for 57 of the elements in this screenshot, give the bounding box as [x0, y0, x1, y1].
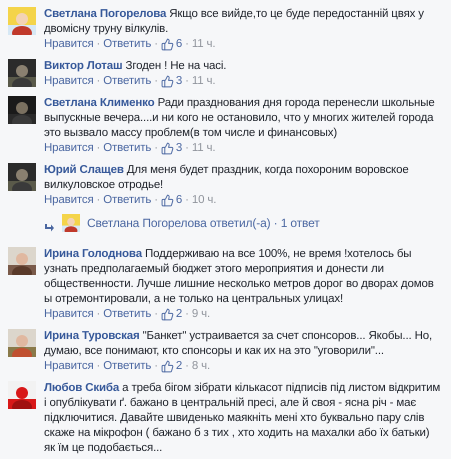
comment-text: Виктор Лоташ Згоден ! Не на часі.	[44, 59, 226, 74]
thumbs-up-icon	[160, 360, 174, 373]
like-count[interactable]: 3	[174, 141, 182, 156]
like-link[interactable]: Нравится	[44, 307, 94, 322]
separator: ·	[153, 141, 159, 156]
reply-link[interactable]: Ответить	[103, 141, 152, 156]
separator: ·	[96, 37, 102, 52]
thumbs-up-icon	[160, 194, 174, 207]
separator: ·	[153, 307, 159, 322]
like-count[interactable]: 3	[174, 74, 182, 89]
separator: ·	[153, 193, 159, 208]
reply-link[interactable]: Ответить	[103, 37, 152, 52]
reply-link[interactable]: Ответить	[103, 307, 152, 322]
like-link[interactable]: Нравится	[44, 359, 94, 374]
comment-text: Ирина Туровская "Банкет" устраивается за счет спонсоров... Якобы... Но, думаю, все понимают, кто спонсоры и как их на это "уговорили"...	[44, 329, 434, 359]
separator: ·	[96, 74, 102, 89]
comment-text: Любов Скиба а треба бігом зібрати кількасот підписів під листом відкритим і опублікувати ґ. бажано в центральній пресі, але й своя - ясна річ - має підключитися. Давайте швиденько маякніть мені хто буквально пару слів скаже на мікрофон ( бажано б з тих , хто ходить на махалки або їх батьки) як їм це подобається...	[44, 381, 442, 456]
thumbs-up-icon	[160, 142, 174, 155]
separator: ·	[184, 141, 190, 156]
timestamp: 11 ч.	[192, 74, 216, 89]
like-link[interactable]: Нравится	[44, 37, 94, 52]
separator: ·	[153, 359, 159, 374]
timestamp: 11 ч.	[192, 37, 216, 52]
comment-text: Светлана Погорелова Якщо все вийде,то це буде передостанній цвях у двомісну труну вілкулів.	[44, 7, 425, 37]
like-count[interactable]: 2	[174, 359, 182, 374]
like-count[interactable]: 6	[174, 193, 182, 208]
separator: ·	[96, 359, 102, 374]
thumbs-up-icon	[160, 75, 174, 88]
comment-text: Ирина Голоднова Поддерживаю на все 100%, не время !хотелось бы узнать предполагаемый бюджет этого мероприятия и донести ли общественности. Лучше лишние несколько метров дорог во дворах домов ы отремонтировали, а не только на центральных улицах!	[44, 247, 435, 307]
separator: ·	[184, 193, 190, 208]
timestamp: 10 ч.	[192, 193, 216, 208]
reply-link[interactable]: Ответить	[103, 74, 152, 89]
timestamp: 8 ч.	[192, 359, 210, 374]
like-link[interactable]: Нравится	[44, 141, 94, 156]
reply-link[interactable]: Ответить	[103, 193, 152, 208]
separator: ·	[96, 307, 102, 322]
comment-text: Юрий Слащев Для меня будет праздник, когда похороним воровское вилкуловское отродье!	[44, 163, 410, 193]
comment-text: Светлана Клименко Ради празднования дня города перенесли школьные выпускные вечера....и ни кого не остановило, что у многих жителей города это вызвало массу проблем(в том числе и финансовых)	[44, 96, 436, 141]
timestamp: 11 ч.	[192, 141, 216, 156]
separator: ·	[96, 141, 102, 156]
separator: ·	[184, 74, 190, 89]
separator: ·	[184, 307, 190, 322]
separator: ·	[96, 193, 102, 208]
like-count[interactable]: 6	[174, 37, 182, 52]
replies-link[interactable]: Светлана Погорелова ответил(-а) · 1 ответ	[87, 216, 320, 230]
thumbs-up-icon	[160, 308, 174, 321]
like-count[interactable]: 2	[174, 307, 182, 322]
like-link[interactable]: Нравится	[44, 74, 94, 89]
separator: ·	[153, 37, 159, 52]
separator: ·	[184, 37, 190, 52]
reply-link[interactable]: Ответить	[103, 359, 152, 374]
reply-arrow-icon	[44, 224, 54, 232]
thumbs-up-icon	[160, 38, 174, 51]
timestamp: 9 ч.	[192, 307, 210, 322]
like-link[interactable]: Нравится	[44, 193, 94, 208]
separator: ·	[184, 359, 190, 374]
separator: ·	[153, 74, 159, 89]
